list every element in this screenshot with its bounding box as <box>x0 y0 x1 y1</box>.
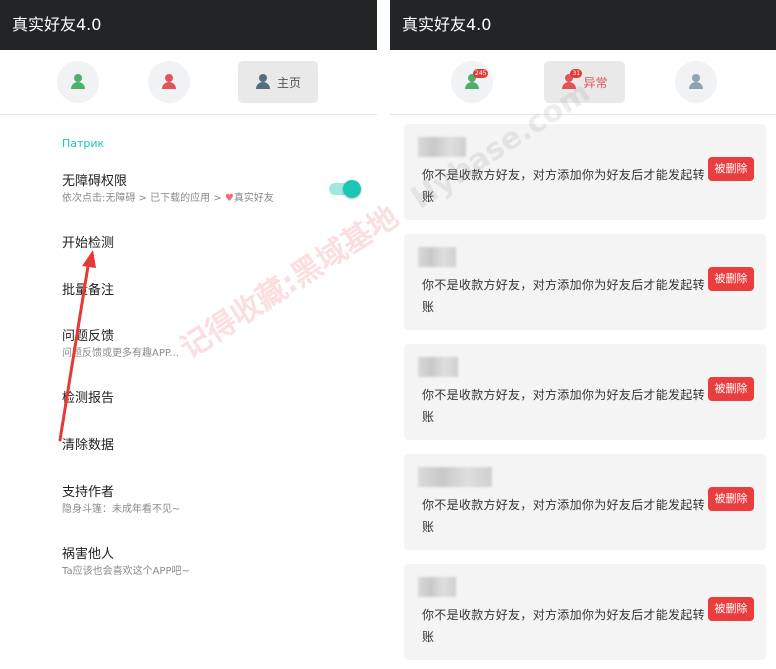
tab-home[interactable] <box>675 61 717 103</box>
section-title: Патрик <box>62 137 105 150</box>
deleted-button[interactable]: 被删除 <box>708 377 754 401</box>
feedback-title: 问题反馈 <box>62 329 115 344</box>
settings-item-feedback[interactable]: 问题反馈 问题反馈或更多有趣APP... <box>62 328 179 362</box>
share-title: 祸害他人 <box>62 547 115 562</box>
app-title: 真实好友4.0 <box>12 15 102 34</box>
person-gray-icon <box>688 74 704 90</box>
card-message: 你不是收款方好友，对方添加你为好友后才能发起转账 <box>422 388 705 424</box>
heart-icon: ♥ <box>224 193 234 204</box>
deleted-button[interactable]: 被删除 <box>708 157 754 181</box>
tab-home-label: 主页 <box>276 75 301 90</box>
blurred-name <box>418 577 456 597</box>
app-bar: 真实好友4.0 <box>390 0 776 50</box>
subtitle-app-name: 真实好友 <box>233 193 274 204</box>
card-message: 你不是收款方好友，对方添加你为好友后才能发起转账 <box>422 168 705 204</box>
support-title: 支持作者 <box>62 485 115 500</box>
accessibility-title: 无障碍权限 <box>62 174 128 189</box>
person-green-icon <box>70 74 86 90</box>
settings-item-share[interactable]: 祸害他人 Ta应该也会喜欢这个APP吧~ <box>62 546 190 580</box>
tab-abnormal-friends[interactable] <box>148 61 190 103</box>
person-green-icon: 245 <box>464 69 489 90</box>
person-red-icon <box>161 74 177 90</box>
friend-card: 你不是收款方好友，对方添加你为好友后才能发起转账 被删除 <box>404 234 766 330</box>
app-title: 真实好友4.0 <box>402 15 492 34</box>
batch-remark-title: 批量备注 <box>62 283 115 298</box>
accessibility-toggle[interactable] <box>329 180 361 198</box>
blurred-name <box>418 247 456 267</box>
settings-item-start-detect[interactable]: 开始检测 <box>62 235 114 253</box>
person-gray-icon <box>255 74 271 90</box>
card-message: 你不是收款方好友，对方添加你为好友后才能发起转账 <box>422 278 705 314</box>
accessibility-subtitle: 依次点击:无障碍 > 已下载的应用 > ♥真实好友 <box>62 191 274 207</box>
share-subtitle: Ta应该也会喜欢这个APP吧~ <box>62 566 190 577</box>
card-message: 你不是收款方好友，对方添加你为好友后才能发起转账 <box>422 608 705 644</box>
blurred-name <box>418 357 458 377</box>
normal-count-badge: 245 <box>473 69 489 78</box>
friend-card: 你不是收款方好友，对方添加你为好友后才能发起转账 被删除 <box>404 124 766 220</box>
settings-item-clear-data[interactable]: 清除数据 <box>62 437 114 455</box>
friend-card: 你不是收款方好友，对方添加你为好友后才能发起转账 被删除 <box>404 454 766 550</box>
settings-item-accessibility[interactable]: 无障碍权限 依次点击:无障碍 > 已下载的应用 > ♥真实好友 <box>62 173 274 207</box>
tab-normal-friends[interactable]: 245 <box>451 61 493 103</box>
panel-divider <box>377 0 390 669</box>
friend-card: 你不是收款方好友，对方添加你为好友后才能发起转账 被删除 <box>404 564 766 660</box>
tab-normal-friends[interactable] <box>57 61 99 103</box>
start-detect-title: 开始检测 <box>62 236 115 251</box>
deleted-button[interactable]: 被删除 <box>708 597 754 621</box>
card-message: 你不是收款方好友，对方添加你为好友后才能发起转账 <box>422 498 705 534</box>
friend-card: 你不是收款方好友，对方添加你为好友后才能发起转账 被删除 <box>404 344 766 440</box>
deleted-button[interactable]: 被删除 <box>708 267 754 291</box>
feedback-subtitle: 问题反馈或更多有趣APP... <box>62 348 179 359</box>
clear-data-title: 清除数据 <box>62 438 115 453</box>
blurred-name <box>418 467 492 487</box>
blurred-name <box>418 137 466 157</box>
tab-home[interactable]: 主页 <box>238 61 318 103</box>
right-screen: 真实好友4.0 245 31 异常 你不是收款方好友，对方添加你为好友后才能发起… <box>390 0 776 669</box>
settings-item-batch-remark[interactable]: 批量备注 <box>62 282 114 300</box>
abnormal-count-badge: 31 <box>570 69 583 78</box>
deleted-button[interactable]: 被删除 <box>708 487 754 511</box>
tab-abnormal[interactable]: 31 异常 <box>544 61 625 103</box>
tab-bar: 245 31 异常 <box>390 50 776 115</box>
app-bar: 真实好友4.0 <box>0 0 377 50</box>
left-screen: 真实好友4.0 主页 Патрик 无障碍权限 依次点击:无障碍 > 已下载的应… <box>0 0 377 669</box>
settings-item-support[interactable]: 支持作者 隐身斗篷：未成年看不见~ <box>62 484 180 518</box>
settings-item-report[interactable]: 检测报告 <box>62 390 114 408</box>
subtitle-path: 依次点击:无障碍 > 已下载的应用 > <box>62 193 225 204</box>
person-red-icon: 31 <box>561 69 583 90</box>
support-subtitle: 隐身斗篷：未成年看不见~ <box>62 504 181 515</box>
report-title: 检测报告 <box>62 391 115 406</box>
tab-abnormal-label: 异常 <box>583 75 608 90</box>
tab-bar: 主页 <box>0 50 377 115</box>
